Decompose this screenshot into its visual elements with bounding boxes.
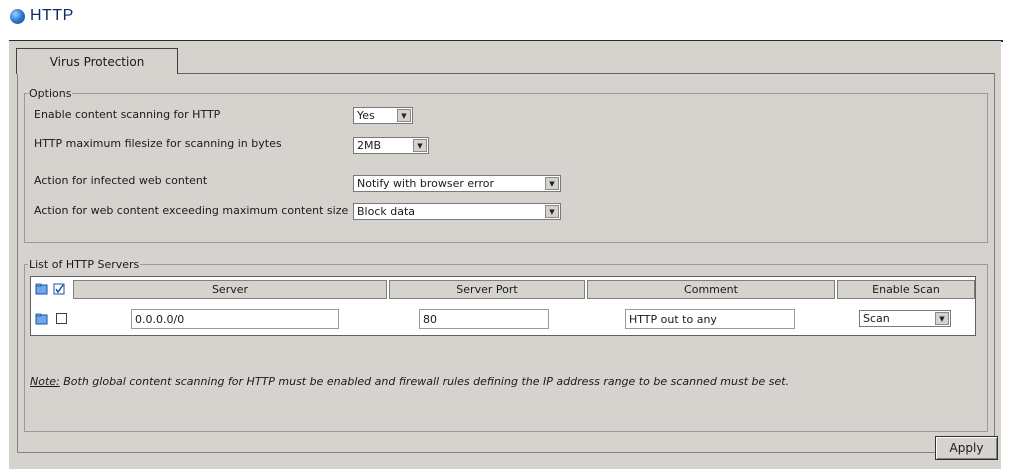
- enable-scanning-select[interactable]: Yes ▼: [353, 107, 413, 124]
- option-label-exceeding-action: Action for web content exceeding maximum…: [34, 204, 349, 217]
- servers-table: Server Server Port Comment Enable Scan 0…: [30, 276, 976, 336]
- option-label-enable-scanning: Enable content scanning for HTTP: [34, 108, 221, 121]
- column-header-comment: Comment: [587, 280, 835, 299]
- server-input[interactable]: 0.0.0.0/0: [131, 309, 339, 329]
- row-edit-icon[interactable]: [35, 313, 49, 325]
- globe-icon: [10, 8, 25, 24]
- dropdown-arrow-icon[interactable]: ▼: [935, 312, 949, 325]
- options-legend: Options: [28, 87, 73, 100]
- column-header-server-port: Server Port: [389, 280, 585, 299]
- note-lead: Note:: [30, 375, 60, 388]
- row-select-checkbox[interactable]: [56, 313, 67, 324]
- comment-input[interactable]: HTTP out to any: [625, 309, 795, 329]
- tab-virus-protection[interactable]: Virus Protection: [16, 48, 178, 74]
- page-header: HTTP: [10, 4, 74, 28]
- exceeding-action-select[interactable]: Block data ▼: [353, 203, 561, 220]
- enable-scan-select[interactable]: Scan ▼: [859, 310, 951, 327]
- select-all-icon[interactable]: [53, 283, 67, 295]
- option-label-infected-action: Action for infected web content: [34, 174, 208, 187]
- apply-button[interactable]: Apply: [935, 436, 998, 460]
- max-filesize-select[interactable]: 2MB ▼: [353, 137, 429, 154]
- dropdown-arrow-icon[interactable]: ▼: [413, 139, 427, 152]
- infected-action-select[interactable]: Notify with browser error ▼: [353, 175, 561, 192]
- server-port-input[interactable]: 80: [419, 309, 549, 329]
- dropdown-arrow-icon[interactable]: ▼: [397, 109, 411, 122]
- note-text: Note: Both global content scanning for H…: [30, 375, 980, 389]
- column-header-enable-scan: Enable Scan: [837, 280, 975, 299]
- note-body: Both global content scanning for HTTP mu…: [59, 375, 790, 388]
- servers-legend: List of HTTP Servers: [28, 258, 141, 271]
- add-row-icon[interactable]: [35, 283, 49, 295]
- dropdown-arrow-icon[interactable]: ▼: [545, 177, 559, 190]
- page-title: HTTP: [30, 7, 74, 24]
- dropdown-arrow-icon[interactable]: ▼: [545, 205, 559, 218]
- option-label-max-filesize: HTTP maximum filesize for scanning in by…: [34, 137, 282, 150]
- column-header-server: Server: [73, 280, 387, 299]
